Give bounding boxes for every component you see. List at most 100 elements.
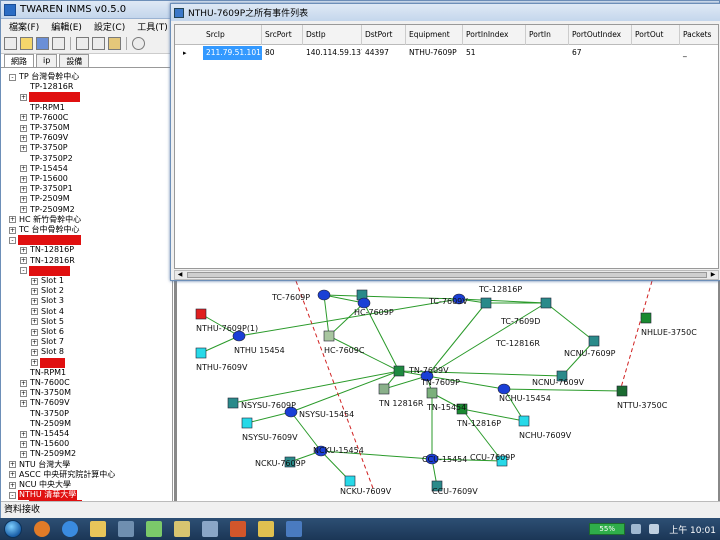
expand-icon[interactable]: + xyxy=(20,165,27,173)
event-window-titlebar[interactable]: NTHU-7609P之所有事件列表 xyxy=(171,4,720,21)
table-cell[interactable]: NTHU-7609P xyxy=(406,46,463,60)
tree-item[interactable]: + Slot 1 xyxy=(31,276,65,286)
expand-icon[interactable]: + xyxy=(20,257,27,265)
volume-icon[interactable] xyxy=(649,524,660,534)
save-icon[interactable] xyxy=(36,37,49,50)
column-header[interactable]: PortOut xyxy=(632,25,680,45)
tab-equipment[interactable]: 設備 xyxy=(59,54,90,67)
horizontal-scrollbar[interactable]: ◀ ▶ xyxy=(174,270,719,280)
expand-icon[interactable]: + xyxy=(20,175,27,183)
table-cell[interactable]: 44397 xyxy=(362,46,406,60)
tree-item[interactable]: + NCU 中央大學 xyxy=(9,480,72,490)
start-button[interactable] xyxy=(4,520,22,538)
tree-item[interactable]: + Slot 9 xyxy=(31,357,65,368)
battery-indicator[interactable]: 55% xyxy=(589,523,626,535)
column-header[interactable]: Packets xyxy=(680,25,718,45)
expand-icon[interactable]: + xyxy=(31,297,38,305)
tree-item[interactable]: + TP-2509M2 xyxy=(20,205,76,215)
expand-icon[interactable]: + xyxy=(31,277,38,285)
expand-icon[interactable]: + xyxy=(20,379,27,387)
expand-icon[interactable]: + xyxy=(20,195,27,203)
column-header[interactable]: SrcIp xyxy=(203,25,262,45)
powerpoint-icon[interactable] xyxy=(230,521,246,537)
expand-icon[interactable]: + xyxy=(20,144,27,152)
switch-node[interactable] xyxy=(640,312,652,324)
tree-item[interactable]: TN-3750P xyxy=(20,409,70,419)
tree-item[interactable]: + TP-15600 xyxy=(20,174,69,184)
copy-icon[interactable] xyxy=(92,37,105,50)
help-icon[interactable] xyxy=(132,37,145,50)
tree-item[interactable]: + TN-3750M xyxy=(20,388,72,398)
router-node[interactable] xyxy=(357,297,371,309)
column-header[interactable]: PortIn xyxy=(526,25,569,45)
collapse-icon[interactable]: - xyxy=(20,267,27,275)
switch-node[interactable] xyxy=(540,297,552,309)
collapse-icon[interactable]: - xyxy=(9,73,16,81)
tree-item[interactable]: + TN-12816R xyxy=(20,256,76,266)
tree-item[interactable]: + Slot 5 xyxy=(31,317,65,327)
tree-item[interactable]: + Slot 7 xyxy=(31,337,65,347)
tool-icon[interactable] xyxy=(174,521,190,537)
table-cell[interactable]: 80 xyxy=(262,46,303,60)
expand-icon[interactable]: + xyxy=(31,338,38,346)
menu-file[interactable]: 檔案(F) xyxy=(9,20,39,33)
tree-item[interactable]: - TN 台南骨幹中心 xyxy=(9,235,82,246)
table-cell[interactable]: _ xyxy=(680,46,718,60)
tree-item[interactable]: + TN-15454 xyxy=(20,429,70,439)
tree-item[interactable]: + Slot 4 xyxy=(31,307,65,317)
switch-node[interactable] xyxy=(588,335,600,347)
tree-item[interactable]: TP-12816R xyxy=(20,82,74,92)
tree-item[interactable]: - TP 台灣骨幹中心 xyxy=(9,72,80,82)
scroll-right-icon[interactable]: ▶ xyxy=(708,271,718,279)
paste-icon[interactable] xyxy=(108,37,121,50)
menu-tools[interactable]: 工具(T) xyxy=(137,20,168,33)
open-folder-icon[interactable] xyxy=(20,37,33,50)
expand-icon[interactable]: + xyxy=(20,246,27,254)
tree-item[interactable]: + TP-7600C xyxy=(20,113,69,123)
expand-icon[interactable]: + xyxy=(20,450,27,458)
expand-icon[interactable]: + xyxy=(31,359,38,367)
tree-item[interactable]: + TN-7609V xyxy=(20,398,71,408)
collapse-icon[interactable]: - xyxy=(9,236,16,244)
expand-icon[interactable]: + xyxy=(20,114,27,122)
app-icon[interactable] xyxy=(118,521,134,537)
tree-item[interactable]: + TN-15600 xyxy=(20,439,70,449)
expand-icon[interactable]: + xyxy=(20,430,27,438)
tree-item[interactable]: + TP-12816R2 xyxy=(20,92,80,103)
expand-icon[interactable]: + xyxy=(20,440,27,448)
folder-icon[interactable] xyxy=(90,521,106,537)
column-header[interactable]: Equipment xyxy=(406,25,463,45)
firefox-icon[interactable] xyxy=(34,521,50,537)
tree-item[interactable]: TP-RPM1 xyxy=(20,103,66,113)
expand-icon[interactable]: + xyxy=(20,93,27,101)
table-cell[interactable] xyxy=(632,46,680,60)
expand-icon[interactable]: + xyxy=(31,328,38,336)
tree-item[interactable]: + Slot 2 xyxy=(31,286,65,296)
inms-app-icon[interactable] xyxy=(286,521,302,537)
switch-node[interactable] xyxy=(195,347,207,359)
print-icon[interactable] xyxy=(52,37,65,50)
tree-item[interactable]: + TP-7609V xyxy=(20,133,69,143)
column-header[interactable]: DstPort xyxy=(362,25,406,45)
switch-node[interactable] xyxy=(393,365,405,377)
tree-item[interactable]: - TN-7609P xyxy=(20,265,70,276)
tree-item[interactable]: + TP-3750P1 xyxy=(20,184,74,194)
expand-icon[interactable]: + xyxy=(20,134,27,142)
network-app-icon[interactable] xyxy=(202,521,218,537)
table-cell[interactable] xyxy=(526,46,569,60)
tree-item[interactable]: + Slot 3 xyxy=(31,296,65,306)
column-header[interactable]: SrcPort xyxy=(262,25,303,45)
tree-item[interactable]: + TP-3750M xyxy=(20,123,71,133)
tree-item[interactable]: + NTU 台灣大學 xyxy=(9,460,71,470)
tree-item[interactable]: + TN-2509M2 xyxy=(20,449,77,459)
new-icon[interactable] xyxy=(4,37,17,50)
expand-icon[interactable]: + xyxy=(20,124,27,132)
tree-item[interactable]: + TC 台中骨幹中心 xyxy=(9,225,81,235)
expand-icon[interactable]: + xyxy=(20,185,27,193)
switch-node[interactable] xyxy=(227,397,239,409)
table-cell[interactable]: 211.79.51.101 xyxy=(203,46,262,60)
switch-node[interactable] xyxy=(378,383,390,395)
event-grid[interactable]: SrcIp SrcPort DstIp DstPort Equipment PortInI… xyxy=(174,24,719,269)
expand-icon[interactable]: + xyxy=(9,471,16,479)
switch-node[interactable] xyxy=(195,308,207,320)
